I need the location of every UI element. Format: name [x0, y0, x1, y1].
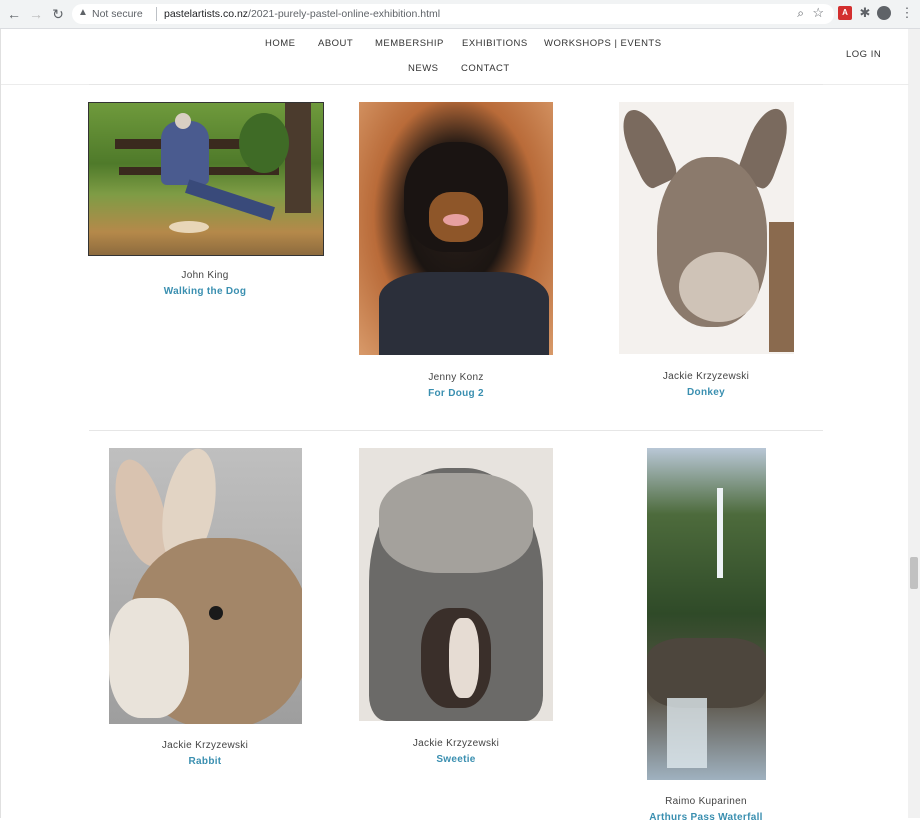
browser-toolbar: ← → ↻ ▲ Not secure pastelartists.co.nz/2…	[0, 0, 920, 29]
login-link[interactable]: LOG IN	[846, 49, 881, 60]
zoom-icon[interactable]: ⌕	[797, 6, 804, 21]
url-text[interactable]: pastelartists.co.nz/2021-purely-pastel-o…	[164, 8, 440, 20]
nav-home[interactable]: HOME	[265, 38, 296, 49]
artwork-title-link[interactable]: Sweetie	[336, 754, 576, 765]
artwork-image-for-doug-2[interactable]	[359, 102, 553, 355]
nav-workshops-events[interactable]: WORKSHOPS | EVENTS	[544, 38, 662, 49]
artwork-image-rabbit[interactable]	[109, 448, 302, 724]
puzzle-icon[interactable]: ✱	[858, 6, 872, 20]
profile-icon[interactable]	[877, 6, 891, 20]
artist-name: Raimo Kuparinen	[665, 796, 747, 807]
website: HOME ABOUT MEMBERSHIP EXHIBITIONS WORKSH…	[0, 29, 909, 823]
artwork-image-walking-the-dog[interactable]	[88, 102, 324, 256]
nav-about[interactable]: ABOUT	[318, 38, 353, 49]
scrollbar[interactable]	[908, 29, 920, 818]
artwork-title-link[interactable]: For Doug 2	[336, 388, 576, 399]
divider	[89, 430, 823, 431]
site-navigation: HOME ABOUT MEMBERSHIP EXHIBITIONS WORKSH…	[1, 29, 909, 85]
artist-name: Jackie Krzyzewski	[662, 371, 750, 382]
nav-exhibitions[interactable]: EXHIBITIONS	[462, 38, 528, 49]
url-host: pastelartists.co.nz	[164, 8, 249, 20]
warning-icon[interactable]: ▲	[78, 7, 88, 18]
artwork-title-link[interactable]: Donkey	[586, 387, 826, 398]
divider	[156, 7, 157, 21]
pdf-extension-icon[interactable]: A	[838, 6, 852, 20]
forward-icon[interactable]: →	[28, 6, 44, 22]
star-icon[interactable]: ☆	[812, 5, 824, 21]
artist-name: John King	[181, 270, 229, 281]
artist-name: Jackie Krzyzewski	[412, 738, 500, 749]
address-bar[interactable]: ▲ Not secure pastelartists.co.nz/2021-pu…	[72, 4, 834, 24]
back-icon[interactable]: ←	[6, 6, 22, 22]
artwork-image-donkey[interactable]	[619, 102, 794, 354]
menu-icon[interactable]: ⋮	[900, 6, 914, 20]
artist-name: Jackie Krzyzewski	[161, 740, 249, 751]
nav-contact[interactable]: CONTACT	[461, 63, 510, 74]
reload-icon[interactable]: ↻	[50, 6, 66, 22]
security-label[interactable]: Not secure	[92, 8, 143, 20]
scrollbar-thumb[interactable]	[910, 557, 918, 589]
artwork-title-link[interactable]: Rabbit	[85, 756, 325, 767]
nav-news[interactable]: NEWS	[408, 63, 439, 74]
artwork-image-sweetie[interactable]	[359, 448, 553, 721]
url-path: /2021-purely-pastel-online-exhibition.ht…	[248, 8, 441, 20]
nav-membership[interactable]: MEMBERSHIP	[375, 38, 444, 49]
divider	[89, 84, 823, 85]
artwork-image-arthurs-pass-waterfall[interactable]	[647, 448, 766, 780]
artwork-title-link[interactable]: Walking the Dog	[85, 286, 325, 297]
artist-name: Jenny Konz	[428, 372, 484, 383]
